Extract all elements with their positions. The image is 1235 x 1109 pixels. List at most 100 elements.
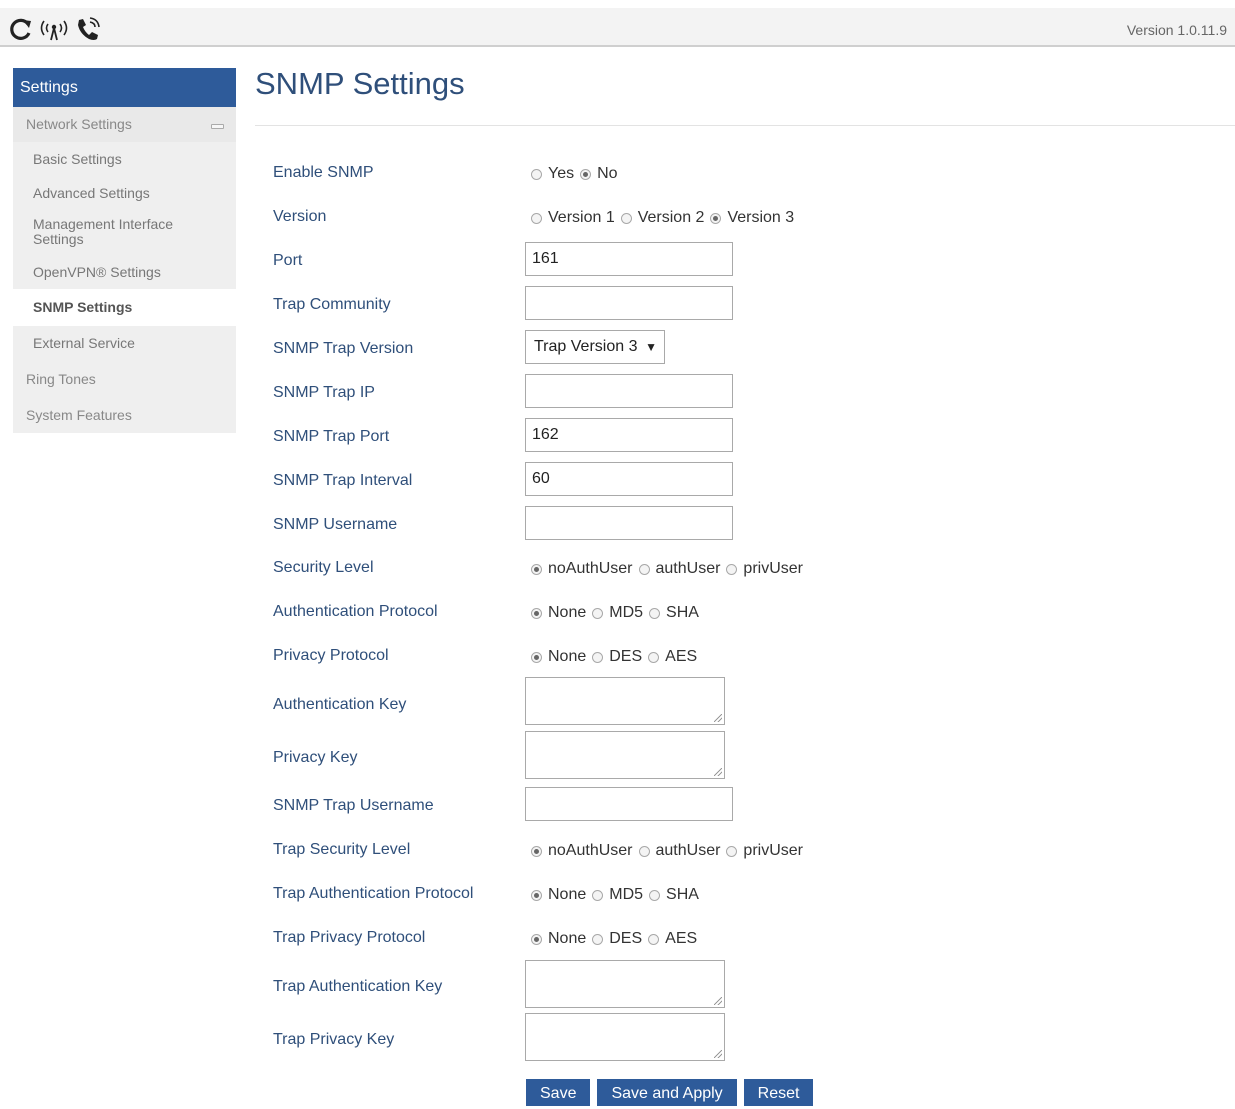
auth-protocol-radio-group: None MD5 SHA bbox=[531, 604, 705, 622]
sidebar-item-external-service[interactable]: External Service bbox=[13, 326, 236, 361]
trap-ip-input[interactable] bbox=[525, 374, 733, 408]
sidebar-header[interactable]: Settings bbox=[13, 68, 236, 107]
option-label: Version 2 bbox=[637, 209, 705, 226]
radio-option[interactable]: AES bbox=[648, 930, 697, 948]
reset-button[interactable]: Reset bbox=[743, 1079, 814, 1106]
radio-option[interactable]: authUser bbox=[638, 842, 721, 860]
radio-button[interactable] bbox=[726, 563, 738, 575]
radio-button[interactable] bbox=[638, 845, 650, 857]
security-level-label: Security Level bbox=[273, 559, 374, 576]
radio-button[interactable] bbox=[592, 889, 604, 901]
radio-option[interactable]: Version 1 bbox=[531, 209, 615, 227]
phone-ringing-icon[interactable] bbox=[74, 15, 104, 43]
radio-option[interactable]: MD5 bbox=[592, 604, 643, 622]
radio-button[interactable] bbox=[592, 933, 604, 945]
option-label: authUser bbox=[655, 842, 721, 859]
row-trap-ip: SNMP Trap IP bbox=[273, 374, 1173, 417]
radio-option[interactable]: None bbox=[531, 604, 586, 622]
radio-button[interactable] bbox=[726, 845, 738, 857]
row-auth-protocol: Authentication Protocol None MD5 SHA bbox=[273, 602, 1173, 636]
privacy-key-textarea[interactable] bbox=[525, 731, 725, 779]
radio-button[interactable] bbox=[649, 889, 661, 901]
radio-button[interactable] bbox=[710, 212, 722, 224]
trap-privacy-key-label: Trap Privacy Key bbox=[273, 1031, 395, 1048]
radio-option[interactable]: DES bbox=[592, 648, 642, 666]
wireless-signal-icon[interactable] bbox=[38, 16, 70, 42]
form-actions: Save Save and Apply Reset bbox=[526, 1079, 814, 1106]
radio-button[interactable] bbox=[531, 933, 542, 945]
radio-option[interactable]: MD5 bbox=[592, 886, 643, 904]
row-trap-auth-protocol: Trap Authentication Protocol None MD5 SH… bbox=[273, 884, 1173, 918]
radio-option[interactable]: No bbox=[580, 165, 618, 183]
radio-button[interactable] bbox=[531, 651, 542, 663]
radio-button[interactable] bbox=[592, 651, 604, 663]
radio-button[interactable] bbox=[638, 563, 650, 575]
radio-option[interactable]: Version 3 bbox=[710, 209, 794, 227]
radio-button[interactable] bbox=[531, 845, 542, 857]
sidebar-item-advanced-settings[interactable]: Advanced Settings bbox=[13, 176, 236, 210]
title-divider bbox=[255, 125, 1235, 126]
radio-button[interactable] bbox=[648, 933, 660, 945]
sidebar-item-ring-tones[interactable]: Ring Tones bbox=[13, 361, 236, 397]
save-button[interactable]: Save bbox=[526, 1079, 591, 1106]
radio-button[interactable] bbox=[620, 212, 632, 224]
port-input[interactable]: 161 bbox=[525, 242, 733, 276]
username-input[interactable] bbox=[525, 506, 733, 540]
sidebar-item-management-interface-settings[interactable]: Management Interface Settings bbox=[13, 210, 236, 258]
auth-key-textarea[interactable] bbox=[525, 677, 725, 725]
row-trap-port: SNMP Trap Port 162 bbox=[273, 418, 1173, 461]
radio-button[interactable] bbox=[531, 607, 542, 619]
trap-security-level-radio-group: noAuthUser authUser privUser bbox=[531, 842, 809, 860]
option-label: None bbox=[548, 648, 587, 665]
radio-button[interactable] bbox=[531, 563, 542, 575]
radio-option[interactable]: privUser bbox=[726, 842, 803, 860]
sidebar-group-network-settings[interactable]: Network Settings bbox=[13, 107, 236, 142]
radio-button[interactable] bbox=[580, 168, 592, 180]
row-trap-privacy-protocol: Trap Privacy Protocol None DES AES bbox=[273, 928, 1173, 962]
radio-option[interactable]: SHA bbox=[649, 886, 699, 904]
radio-button[interactable] bbox=[649, 607, 661, 619]
radio-option[interactable]: AES bbox=[648, 648, 697, 666]
trap-auth-key-textarea[interactable] bbox=[525, 960, 725, 1008]
trap-username-input[interactable] bbox=[525, 787, 733, 821]
radio-option[interactable]: SHA bbox=[649, 604, 699, 622]
radio-option[interactable]: privUser bbox=[726, 560, 803, 578]
radio-option[interactable]: Yes bbox=[531, 165, 574, 183]
privacy-protocol-radio-group: None DES AES bbox=[531, 648, 703, 666]
radio-button[interactable] bbox=[531, 212, 542, 224]
port-label: Port bbox=[273, 252, 303, 269]
radio-option[interactable]: noAuthUser bbox=[531, 842, 633, 860]
sidebar-item-basic-settings[interactable]: Basic Settings bbox=[13, 142, 236, 176]
trap-interval-input[interactable]: 60 bbox=[525, 462, 733, 496]
save-and-apply-button[interactable]: Save and Apply bbox=[597, 1079, 737, 1106]
option-label: Yes bbox=[548, 165, 575, 182]
radio-button[interactable] bbox=[648, 651, 660, 663]
trap-port-input[interactable]: 162 bbox=[525, 418, 733, 452]
trap-community-input[interactable] bbox=[525, 286, 733, 320]
radio-button[interactable] bbox=[531, 168, 542, 180]
option-label: SHA bbox=[666, 886, 699, 903]
radio-option[interactable]: None bbox=[531, 930, 586, 948]
sidebar-item-openvpn-settings[interactable]: OpenVPN® Settings bbox=[13, 258, 236, 289]
sidebar-item-snmp-settings[interactable]: SNMP Settings bbox=[13, 289, 236, 326]
radio-option[interactable]: None bbox=[531, 886, 586, 904]
privacy-key-label: Privacy Key bbox=[273, 749, 358, 766]
radio-option[interactable]: authUser bbox=[638, 560, 720, 578]
sidebar-group-label: Network Settings bbox=[26, 116, 132, 132]
radio-button[interactable] bbox=[592, 607, 604, 619]
trap-version-select[interactable]: Trap Version 3 ▼ bbox=[525, 330, 665, 364]
radio-option[interactable]: DES bbox=[592, 930, 642, 948]
radio-option[interactable]: Version 2 bbox=[620, 209, 705, 227]
row-privacy-key: Privacy Key bbox=[273, 731, 1173, 782]
sidebar-item-system-features[interactable]: System Features bbox=[13, 397, 236, 433]
refresh-icon[interactable] bbox=[8, 16, 34, 42]
trap-privacy-key-textarea[interactable] bbox=[525, 1013, 725, 1061]
row-security-level: Security Level noAuthUser authUser privU… bbox=[273, 558, 1173, 592]
radio-button[interactable] bbox=[531, 889, 542, 901]
option-label: DES bbox=[609, 930, 643, 947]
version-label: Version bbox=[273, 208, 327, 225]
trap-username-label: SNMP Trap Username bbox=[273, 797, 434, 814]
radio-option[interactable]: None bbox=[531, 648, 586, 666]
radio-option[interactable]: noAuthUser bbox=[531, 560, 633, 578]
collapse-icon[interactable] bbox=[211, 124, 224, 129]
